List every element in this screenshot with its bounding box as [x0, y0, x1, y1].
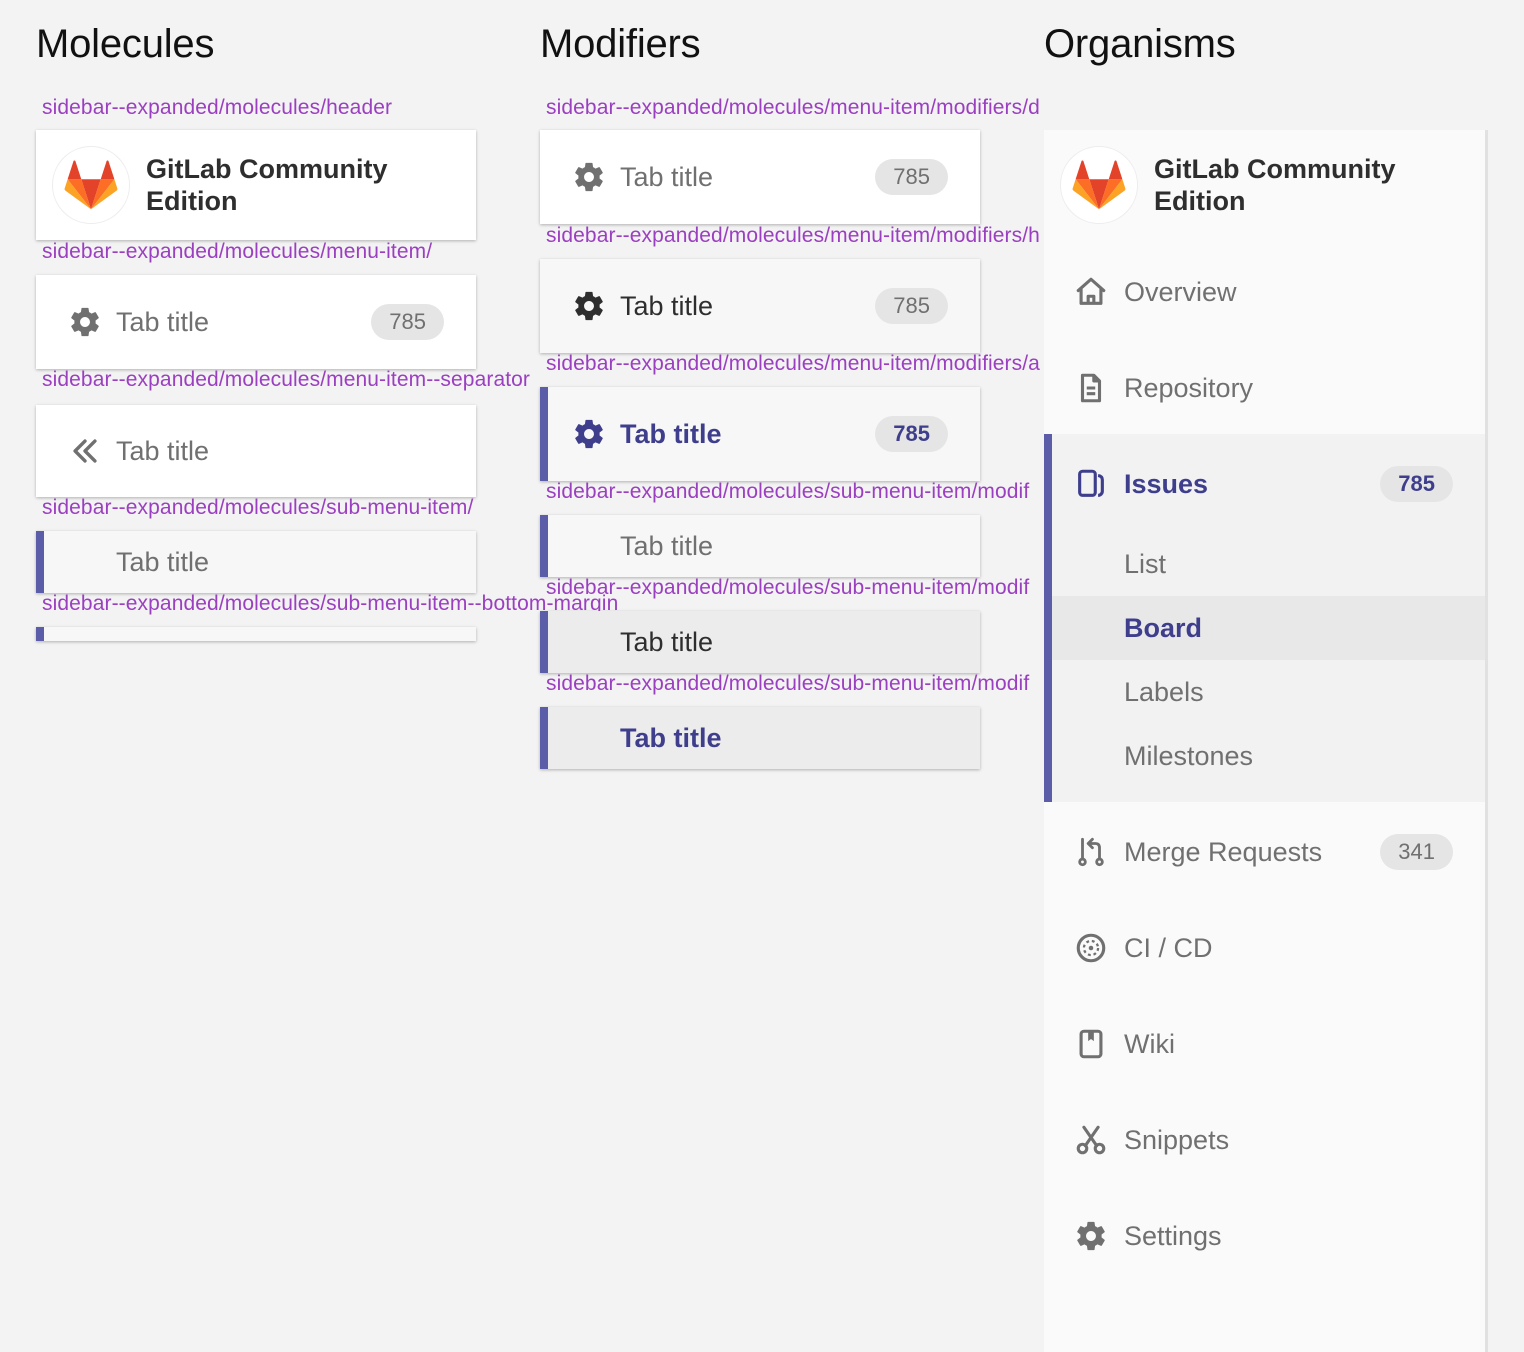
- sub-menu-item[interactable]: Tab title: [36, 531, 476, 593]
- scissors-icon: [1074, 1123, 1108, 1157]
- sidebar-item-wiki[interactable]: Wiki: [1044, 996, 1485, 1092]
- sidebar-issues-section: Issues 785 List Board Labels Milestones: [1044, 434, 1485, 802]
- sub-menu-item-default[interactable]: Tab title: [540, 515, 980, 577]
- component-label-separator: sidebar--expanded/molecules/menu-item--s…: [42, 368, 531, 391]
- sidebar-item-label: Repository: [1124, 372, 1254, 403]
- home-icon: [1074, 275, 1108, 309]
- gitlab-logo: [52, 146, 130, 224]
- menu-item-hover[interactable]: Tab title 785: [540, 259, 980, 353]
- sidebar-header-card: GitLab Community Edition: [36, 130, 476, 240]
- sub-menu-title: Tab title: [116, 546, 210, 577]
- brand-name: GitLab Community Edition: [146, 154, 388, 216]
- book-icon: [1074, 1027, 1108, 1061]
- menu-item-title: Tab title: [620, 161, 714, 192]
- modifiers-heading: Modifiers: [540, 22, 701, 66]
- component-label-sub-modifier-2: sidebar--expanded/molecules/sub-menu-ite…: [546, 576, 1030, 599]
- count-badge: 785: [875, 416, 948, 452]
- count-badge: 341: [1380, 834, 1453, 870]
- sub-item-board[interactable]: Board: [1052, 596, 1485, 660]
- menu-item-title: Tab title: [116, 306, 210, 337]
- sub-menu-item-hover[interactable]: Tab title: [540, 611, 980, 673]
- sidebar-item-repository[interactable]: Repository: [1044, 340, 1485, 436]
- gear-icon: [572, 289, 606, 323]
- gear-icon: [572, 160, 606, 194]
- collapse-title: Tab title: [116, 435, 210, 466]
- count-badge: 785: [371, 304, 444, 340]
- sidebar-item-snippets[interactable]: Snippets: [1044, 1092, 1485, 1188]
- sub-menu-title: Tab title: [620, 722, 722, 753]
- sidebar-item-label: Settings: [1124, 1220, 1222, 1251]
- sub-menu-title: Tab title: [620, 530, 714, 561]
- sidebar-item-overview[interactable]: Overview: [1044, 244, 1485, 340]
- menu-item[interactable]: Tab title 785: [36, 275, 476, 369]
- component-label-modifier-default: sidebar--expanded/molecules/menu-item/mo…: [546, 96, 1040, 119]
- sidebar-expanded: GitLab Community Edition Overview Reposi…: [1044, 130, 1488, 1352]
- sidebar-item-label: Merge Requests: [1124, 836, 1323, 867]
- brand-name: GitLab Community Edition: [1154, 154, 1396, 216]
- gear-icon: [68, 305, 102, 339]
- tanuki-icon: [64, 160, 118, 210]
- component-label-sub-menu-item: sidebar--expanded/molecules/sub-menu-ite…: [42, 496, 474, 519]
- sub-item-labels[interactable]: Labels: [1052, 660, 1485, 724]
- chevron-double-left-icon: [68, 434, 102, 468]
- issues-icon: [1074, 467, 1108, 501]
- sidebar-header[interactable]: GitLab Community Edition: [1060, 146, 1396, 224]
- sub-menu-title: Tab title: [620, 626, 714, 657]
- component-label-modifier-active: sidebar--expanded/molecules/menu-item/mo…: [546, 352, 1040, 375]
- organisms-heading: Organisms: [1044, 22, 1236, 66]
- component-label-modifier-hover: sidebar--expanded/molecules/menu-item/mo…: [546, 224, 1040, 247]
- gitlab-logo: [1060, 146, 1138, 224]
- menu-item-default[interactable]: Tab title 785: [540, 130, 980, 224]
- sidebar-item-issues[interactable]: Issues 785: [1052, 436, 1485, 532]
- menu-item-active[interactable]: Tab title 785: [540, 387, 980, 481]
- sidebar-item-label: Overview: [1124, 276, 1237, 307]
- gear-icon: [572, 417, 606, 451]
- sidebar-item-label: Snippets: [1124, 1124, 1230, 1155]
- molecules-heading: Molecules: [36, 22, 215, 66]
- component-label-sub-modifier-3: sidebar--expanded/molecules/sub-menu-ite…: [546, 672, 1030, 695]
- menu-item-title: Tab title: [620, 290, 714, 321]
- document-icon: [1074, 371, 1108, 405]
- collapse-menu-item[interactable]: Tab title: [36, 405, 476, 497]
- sidebar-item-label: CI / CD: [1124, 932, 1213, 963]
- sidebar-item-settings[interactable]: Settings: [1044, 1188, 1485, 1284]
- menu-item-title: Tab title: [620, 418, 722, 449]
- merge-request-icon: [1074, 835, 1108, 869]
- sub-menu-bottom-margin: [36, 627, 476, 641]
- component-label-sub-modifier-1: sidebar--expanded/molecules/sub-menu-ite…: [546, 480, 1030, 503]
- count-badge: 785: [875, 159, 948, 195]
- sidebar-item-merge-requests[interactable]: Merge Requests 341: [1044, 804, 1485, 900]
- sidebar-item-label: Wiki: [1124, 1028, 1175, 1059]
- sub-item-milestones[interactable]: Milestones: [1052, 724, 1485, 788]
- gear-icon: [1074, 1219, 1108, 1253]
- sub-menu-item-active[interactable]: Tab title: [540, 707, 980, 769]
- rocket-icon: [1074, 931, 1108, 965]
- count-badge: 785: [875, 288, 948, 324]
- component-label-header: sidebar--expanded/molecules/header: [42, 96, 393, 119]
- sidebar-item-label: Issues: [1124, 468, 1209, 499]
- sidebar-item-ci-cd[interactable]: CI / CD: [1044, 900, 1485, 996]
- sub-item-list[interactable]: List: [1052, 532, 1485, 596]
- component-label-menu-item: sidebar--expanded/molecules/menu-item/: [42, 240, 433, 263]
- tanuki-icon: [1072, 160, 1126, 210]
- count-badge: 785: [1380, 466, 1453, 502]
